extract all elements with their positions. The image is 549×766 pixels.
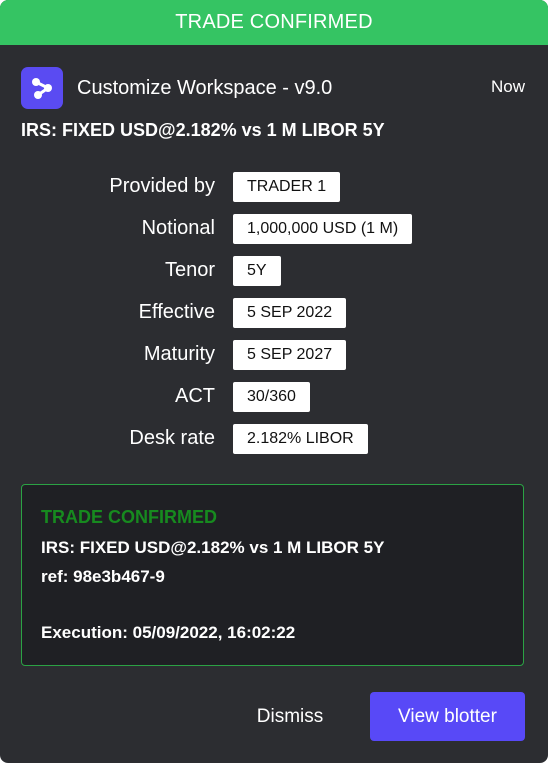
field-value: 5Y <box>233 256 281 286</box>
view-blotter-button[interactable]: View blotter <box>370 692 525 741</box>
field-value: 2.182% LIBOR <box>233 424 368 454</box>
field-desk-rate: Desk rate 2.182% LIBOR <box>0 424 548 454</box>
field-value: 5 SEP 2022 <box>233 298 347 328</box>
field-value: 1,000,000 USD (1 M) <box>233 214 413 244</box>
field-act: ACT 30/360 <box>0 382 548 412</box>
banner-text: TRADE CONFIRMED <box>175 11 373 33</box>
trade-title: IRS: FIXED USD@2.182% vs 1 M LIBOR 5Y <box>21 120 385 140</box>
field-label: Effective <box>138 301 215 323</box>
field-provided-by: Provided by TRADER 1 <box>0 172 548 202</box>
notification-time: Now <box>490 77 525 96</box>
field-value: TRADER 1 <box>233 172 341 202</box>
network-nodes-icon <box>21 67 63 109</box>
field-value: 5 SEP 2027 <box>233 340 347 370</box>
dismiss-button[interactable]: Dismiss <box>236 692 344 741</box>
field-value: 30/360 <box>233 382 310 412</box>
field-notional: Notional 1,000,000 USD (1 M) <box>0 214 548 244</box>
field-tenor: Tenor 5Y <box>0 256 548 286</box>
field-label: Desk rate <box>129 427 215 449</box>
field-label: Provided by <box>109 175 215 197</box>
notification-card: TRADE CONFIRMED Customize Workspace - v9… <box>0 0 548 763</box>
field-label: ACT <box>175 385 215 407</box>
notification-header: Customize Workspace - v9.0 Now <box>21 67 525 109</box>
field-label: Tenor <box>164 259 215 281</box>
confirmation-title: TRADE CONFIRMED <box>41 507 217 527</box>
trade-confirmed-banner: TRADE CONFIRMED <box>0 0 548 45</box>
field-effective: Effective 5 SEP 2022 <box>0 298 548 328</box>
confirmation-panel: TRADE CONFIRMED IRS: FIXED USD@2.182% vs… <box>21 484 524 666</box>
field-label: Notional <box>141 217 215 239</box>
confirmation-ref: ref: 98e3b467-9 <box>41 567 165 586</box>
field-label: Maturity <box>143 343 215 365</box>
confirmation-execution: Execution: 05/09/2022, 16:02:22 <box>41 623 296 642</box>
confirmation-trade: IRS: FIXED USD@2.182% vs 1 M LIBOR 5Y <box>41 538 385 557</box>
app-name: Customize Workspace - v9.0 <box>77 77 333 99</box>
field-maturity: Maturity 5 SEP 2027 <box>0 340 548 370</box>
